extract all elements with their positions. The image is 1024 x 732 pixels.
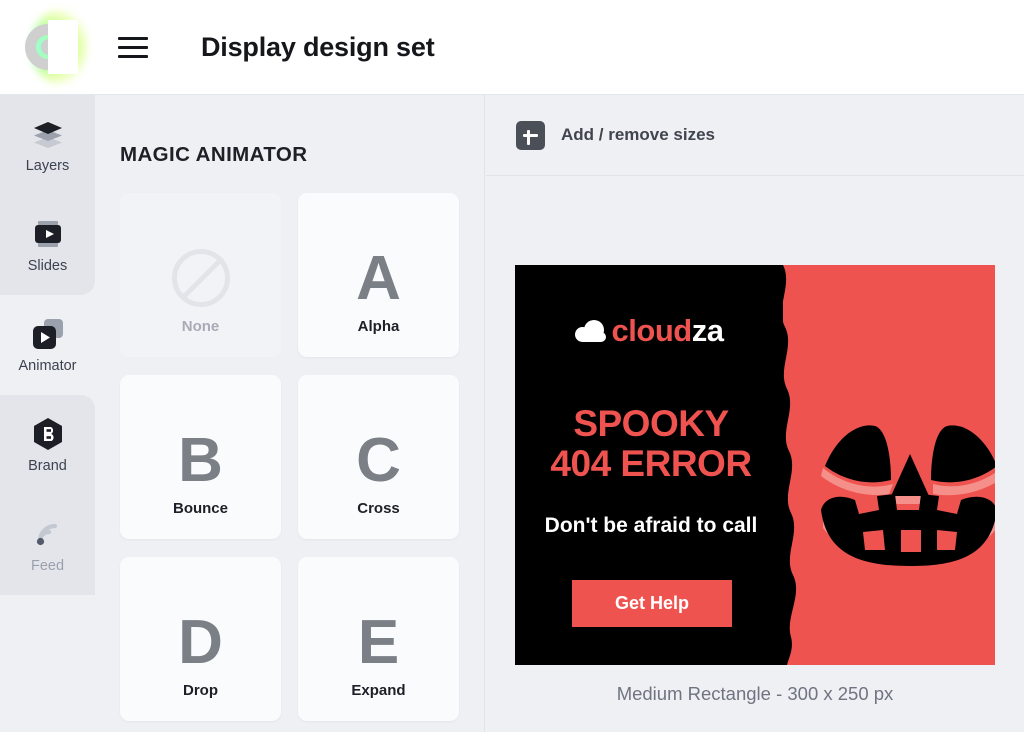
animation-glyph: A — [356, 244, 401, 313]
animation-card-none[interactable]: None — [120, 193, 281, 357]
rss-feed-icon — [31, 517, 65, 551]
get-help-button[interactable]: Get Help — [572, 580, 732, 627]
ad-headline-line2: 404 ERROR — [550, 442, 752, 484]
animation-card-alpha[interactable]: A Alpha — [298, 193, 459, 357]
ad-brand-logo: cloudza — [515, 313, 783, 349]
animation-card-label: Expand — [351, 682, 406, 699]
sidebar-item-layers[interactable]: Layers — [0, 95, 95, 195]
jack-o-lantern-face-icon — [821, 425, 995, 566]
app-logo[interactable] — [0, 0, 95, 95]
top-bar: Display design set — [0, 0, 1024, 95]
cloudza-ring-logo-icon — [17, 10, 87, 84]
plus-icon[interactable] — [516, 120, 545, 150]
hamburger-menu-icon[interactable] — [118, 32, 148, 62]
animation-glyph: B — [178, 426, 223, 495]
ad-preview-area: cloudza SPOOKY 404 ERROR Don't be afraid… — [486, 176, 1024, 705]
brand-hexagon-icon — [31, 417, 65, 451]
animation-glyph: D — [178, 608, 223, 677]
brand-name-suffix: za — [691, 313, 724, 348]
brand-name-primary: cloud — [611, 313, 693, 348]
sidebar-group-primary: Layers Slides — [0, 95, 95, 295]
animation-card-label: Alpha — [357, 318, 400, 335]
ad-headline-line1: SPOOKY — [573, 403, 729, 444]
add-remove-sizes-label[interactable]: Add / remove sizes — [561, 125, 715, 145]
layers-icon — [31, 117, 65, 151]
sidebar-item-brand[interactable]: Brand — [0, 395, 95, 495]
animation-card-label: Cross — [357, 500, 400, 517]
no-entry-icon — [171, 249, 230, 307]
animation-glyph: C — [356, 426, 401, 495]
canvas-toolbar: Add / remove sizes — [486, 95, 1024, 176]
ad-subheadline: Don't be afraid to call — [544, 514, 758, 537]
slides-icon — [31, 217, 65, 251]
sidebar: Layers Slides Animator Brand Feed — [0, 95, 95, 732]
ad-size-caption: Medium Rectangle - 300 x 250 px — [616, 683, 894, 704]
animation-card-label: Bounce — [172, 500, 228, 517]
cloud-icon — [574, 320, 609, 342]
page-title: Display design set — [201, 31, 435, 62]
animator-icon — [31, 317, 65, 351]
canvas-panel: Add / remove sizes cloudza SPOOKY 404 ER… — [486, 95, 1024, 732]
sidebar-item-label: Layers — [25, 157, 70, 174]
sidebar-item-feed[interactable]: Feed — [0, 495, 95, 595]
sidebar-item-label: Brand — [28, 457, 67, 474]
magic-animator-panel: MAGIC ANIMATOR None A Alpha B Bounce C C… — [95, 95, 485, 732]
ad-headline: SPOOKY 404 ERROR — [515, 404, 787, 483]
animation-card-expand[interactable]: E Expand — [298, 557, 459, 721]
sidebar-item-animator[interactable]: Animator — [0, 295, 95, 395]
panel-title: MAGIC ANIMATOR — [120, 143, 308, 166]
animation-card-label: Drop — [183, 682, 218, 699]
ad-creative[interactable]: cloudza SPOOKY 404 ERROR Don't be afraid… — [515, 265, 995, 665]
animation-grid: None A Alpha B Bounce C Cross D Drop E E… — [120, 193, 484, 721]
sidebar-item-label: Slides — [27, 257, 68, 274]
animation-glyph: E — [357, 608, 400, 677]
sidebar-item-label: Animator — [18, 357, 77, 374]
sidebar-item-slides[interactable]: Slides — [0, 195, 95, 295]
sidebar-group-secondary: Brand Feed — [0, 395, 95, 595]
animation-card-cross[interactable]: C Cross — [298, 375, 459, 539]
animation-card-label: None — [181, 318, 220, 335]
app-root: Display design set Layers Slides Animato… — [0, 0, 1024, 732]
sidebar-item-label: Feed — [30, 557, 65, 574]
animation-card-drop[interactable]: D Drop — [120, 557, 281, 721]
animation-card-bounce[interactable]: B Bounce — [120, 375, 281, 539]
